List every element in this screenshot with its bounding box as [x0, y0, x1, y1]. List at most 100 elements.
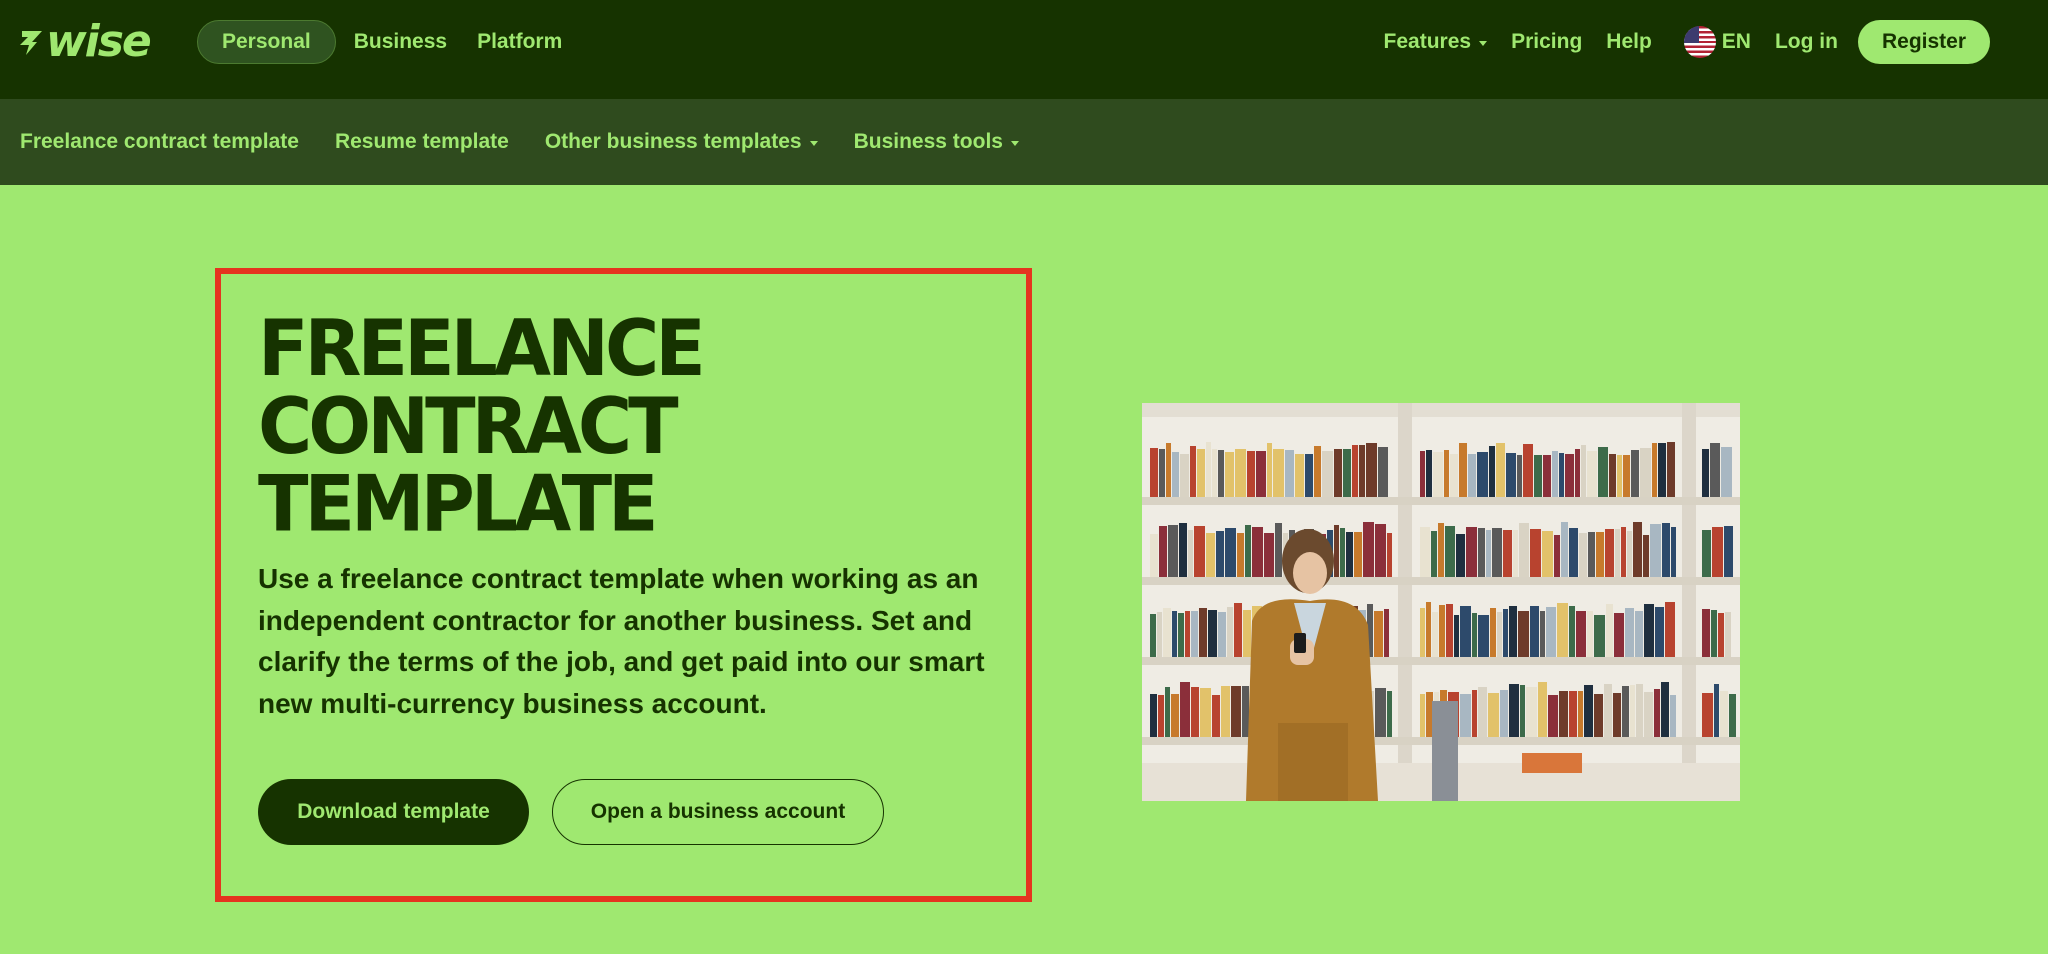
book-spine	[1420, 694, 1425, 737]
book-spine	[1718, 613, 1724, 657]
book-spine	[1519, 523, 1529, 577]
title-line: TEMPLATE	[258, 459, 659, 550]
book-spine	[1662, 523, 1670, 577]
download-template-button[interactable]: Download template	[258, 779, 529, 845]
sub-navigation: Freelance contract template Resume templ…	[0, 99, 2048, 185]
book-spine	[1168, 525, 1178, 577]
book-spine	[1548, 695, 1558, 737]
book-spine	[1150, 614, 1156, 657]
book-spine	[1497, 612, 1502, 657]
book-spine	[1172, 611, 1177, 657]
book-spine	[1178, 613, 1184, 657]
book-spine	[1444, 450, 1449, 497]
subnav-item-label: Other business templates	[544, 130, 802, 153]
book-spine	[1665, 602, 1675, 657]
book-spine	[1658, 443, 1666, 497]
book-spine	[1234, 603, 1242, 657]
book-spine	[1670, 695, 1676, 737]
book-spine	[1509, 606, 1517, 657]
book-spine	[1267, 443, 1272, 497]
book-spine	[1285, 450, 1294, 497]
book-spine	[1714, 684, 1719, 737]
book-spine	[1489, 446, 1495, 497]
book-spine	[1438, 523, 1444, 577]
subnav-other-business-templates[interactable]: Other business templates	[545, 130, 818, 154]
logo-wordmark: wise	[46, 16, 152, 67]
book-spine	[1661, 682, 1669, 737]
login-link[interactable]: Log in	[1763, 20, 1850, 64]
book-spine	[1420, 451, 1425, 497]
book-spine	[1252, 527, 1263, 577]
book-spine	[1191, 611, 1198, 657]
segment-personal[interactable]: Personal	[197, 20, 336, 64]
book-spine	[1460, 694, 1471, 737]
book-spine	[1671, 527, 1676, 577]
book-spine	[1472, 690, 1477, 737]
chevron-down-icon	[809, 140, 818, 146]
book-spine	[1540, 611, 1545, 657]
subnav-freelance-contract-template[interactable]: Freelance contract template	[20, 130, 299, 154]
book-spine	[1180, 454, 1189, 497]
book-spine	[1354, 532, 1362, 577]
book-spine	[1456, 534, 1465, 577]
book-spine	[1538, 682, 1547, 737]
book-spine	[1305, 454, 1313, 497]
book-spine	[1615, 529, 1620, 577]
book-spine	[1702, 530, 1711, 577]
features-menu[interactable]: Features	[1372, 20, 1500, 64]
book-spine	[1702, 609, 1710, 657]
book-spine	[1654, 689, 1660, 737]
book-spine	[1667, 442, 1675, 497]
book-spine	[1352, 445, 1358, 497]
book-spine	[1446, 604, 1453, 657]
book-spine	[1720, 691, 1728, 737]
book-spine	[1518, 611, 1529, 657]
book-spine	[1172, 452, 1179, 497]
book-spine	[1431, 531, 1437, 577]
book-spine	[1190, 446, 1196, 497]
book-spine	[1433, 452, 1443, 497]
chevron-down-icon	[1479, 40, 1488, 46]
book-spine	[1212, 449, 1217, 497]
book-spine	[1340, 528, 1345, 577]
book-spine	[1623, 455, 1630, 497]
book-spine	[1488, 693, 1499, 737]
book-spine	[1576, 611, 1586, 657]
book-spine	[1578, 691, 1583, 737]
book-spine	[1387, 533, 1392, 577]
book-spine	[1247, 451, 1255, 497]
open-business-account-button[interactable]: Open a business account	[552, 779, 884, 845]
account-navigation: Features Pricing Help EN Log in Register	[1372, 20, 1990, 64]
segment-platform[interactable]: Platform	[465, 20, 574, 64]
hero-description: Use a freelance contract template when w…	[258, 563, 985, 719]
wise-logo[interactable]: wise	[18, 16, 152, 67]
book-spine	[1171, 694, 1179, 737]
help-link[interactable]: Help	[1594, 20, 1664, 64]
book-spine	[1552, 451, 1558, 497]
book-spine	[1225, 528, 1236, 577]
book-spine	[1450, 454, 1458, 497]
book-spine	[1633, 522, 1642, 577]
book-spine	[1546, 607, 1556, 657]
book-spine	[1652, 443, 1657, 497]
book-spine	[1426, 692, 1433, 737]
book-spine	[1496, 443, 1505, 497]
book-spine	[1150, 694, 1157, 737]
book-spine	[1150, 448, 1158, 497]
book-spine	[1644, 604, 1654, 657]
book-spine	[1243, 610, 1251, 657]
book-spine	[1526, 687, 1537, 737]
segment-business[interactable]: Business	[342, 20, 459, 64]
book-spine	[1542, 531, 1553, 577]
pricing-link[interactable]: Pricing	[1499, 20, 1594, 64]
book-spine	[1218, 612, 1226, 657]
subnav-business-tools[interactable]: Business tools	[854, 130, 1019, 154]
subnav-resume-template[interactable]: Resume template	[335, 130, 509, 154]
book-spine	[1275, 523, 1282, 577]
book-spine	[1378, 447, 1388, 497]
book-spine	[1530, 529, 1541, 577]
book-spine	[1459, 443, 1467, 497]
register-button[interactable]: Register	[1857, 20, 1990, 64]
language-selector[interactable]: EN	[1664, 26, 1763, 58]
book-spine	[1188, 530, 1193, 577]
